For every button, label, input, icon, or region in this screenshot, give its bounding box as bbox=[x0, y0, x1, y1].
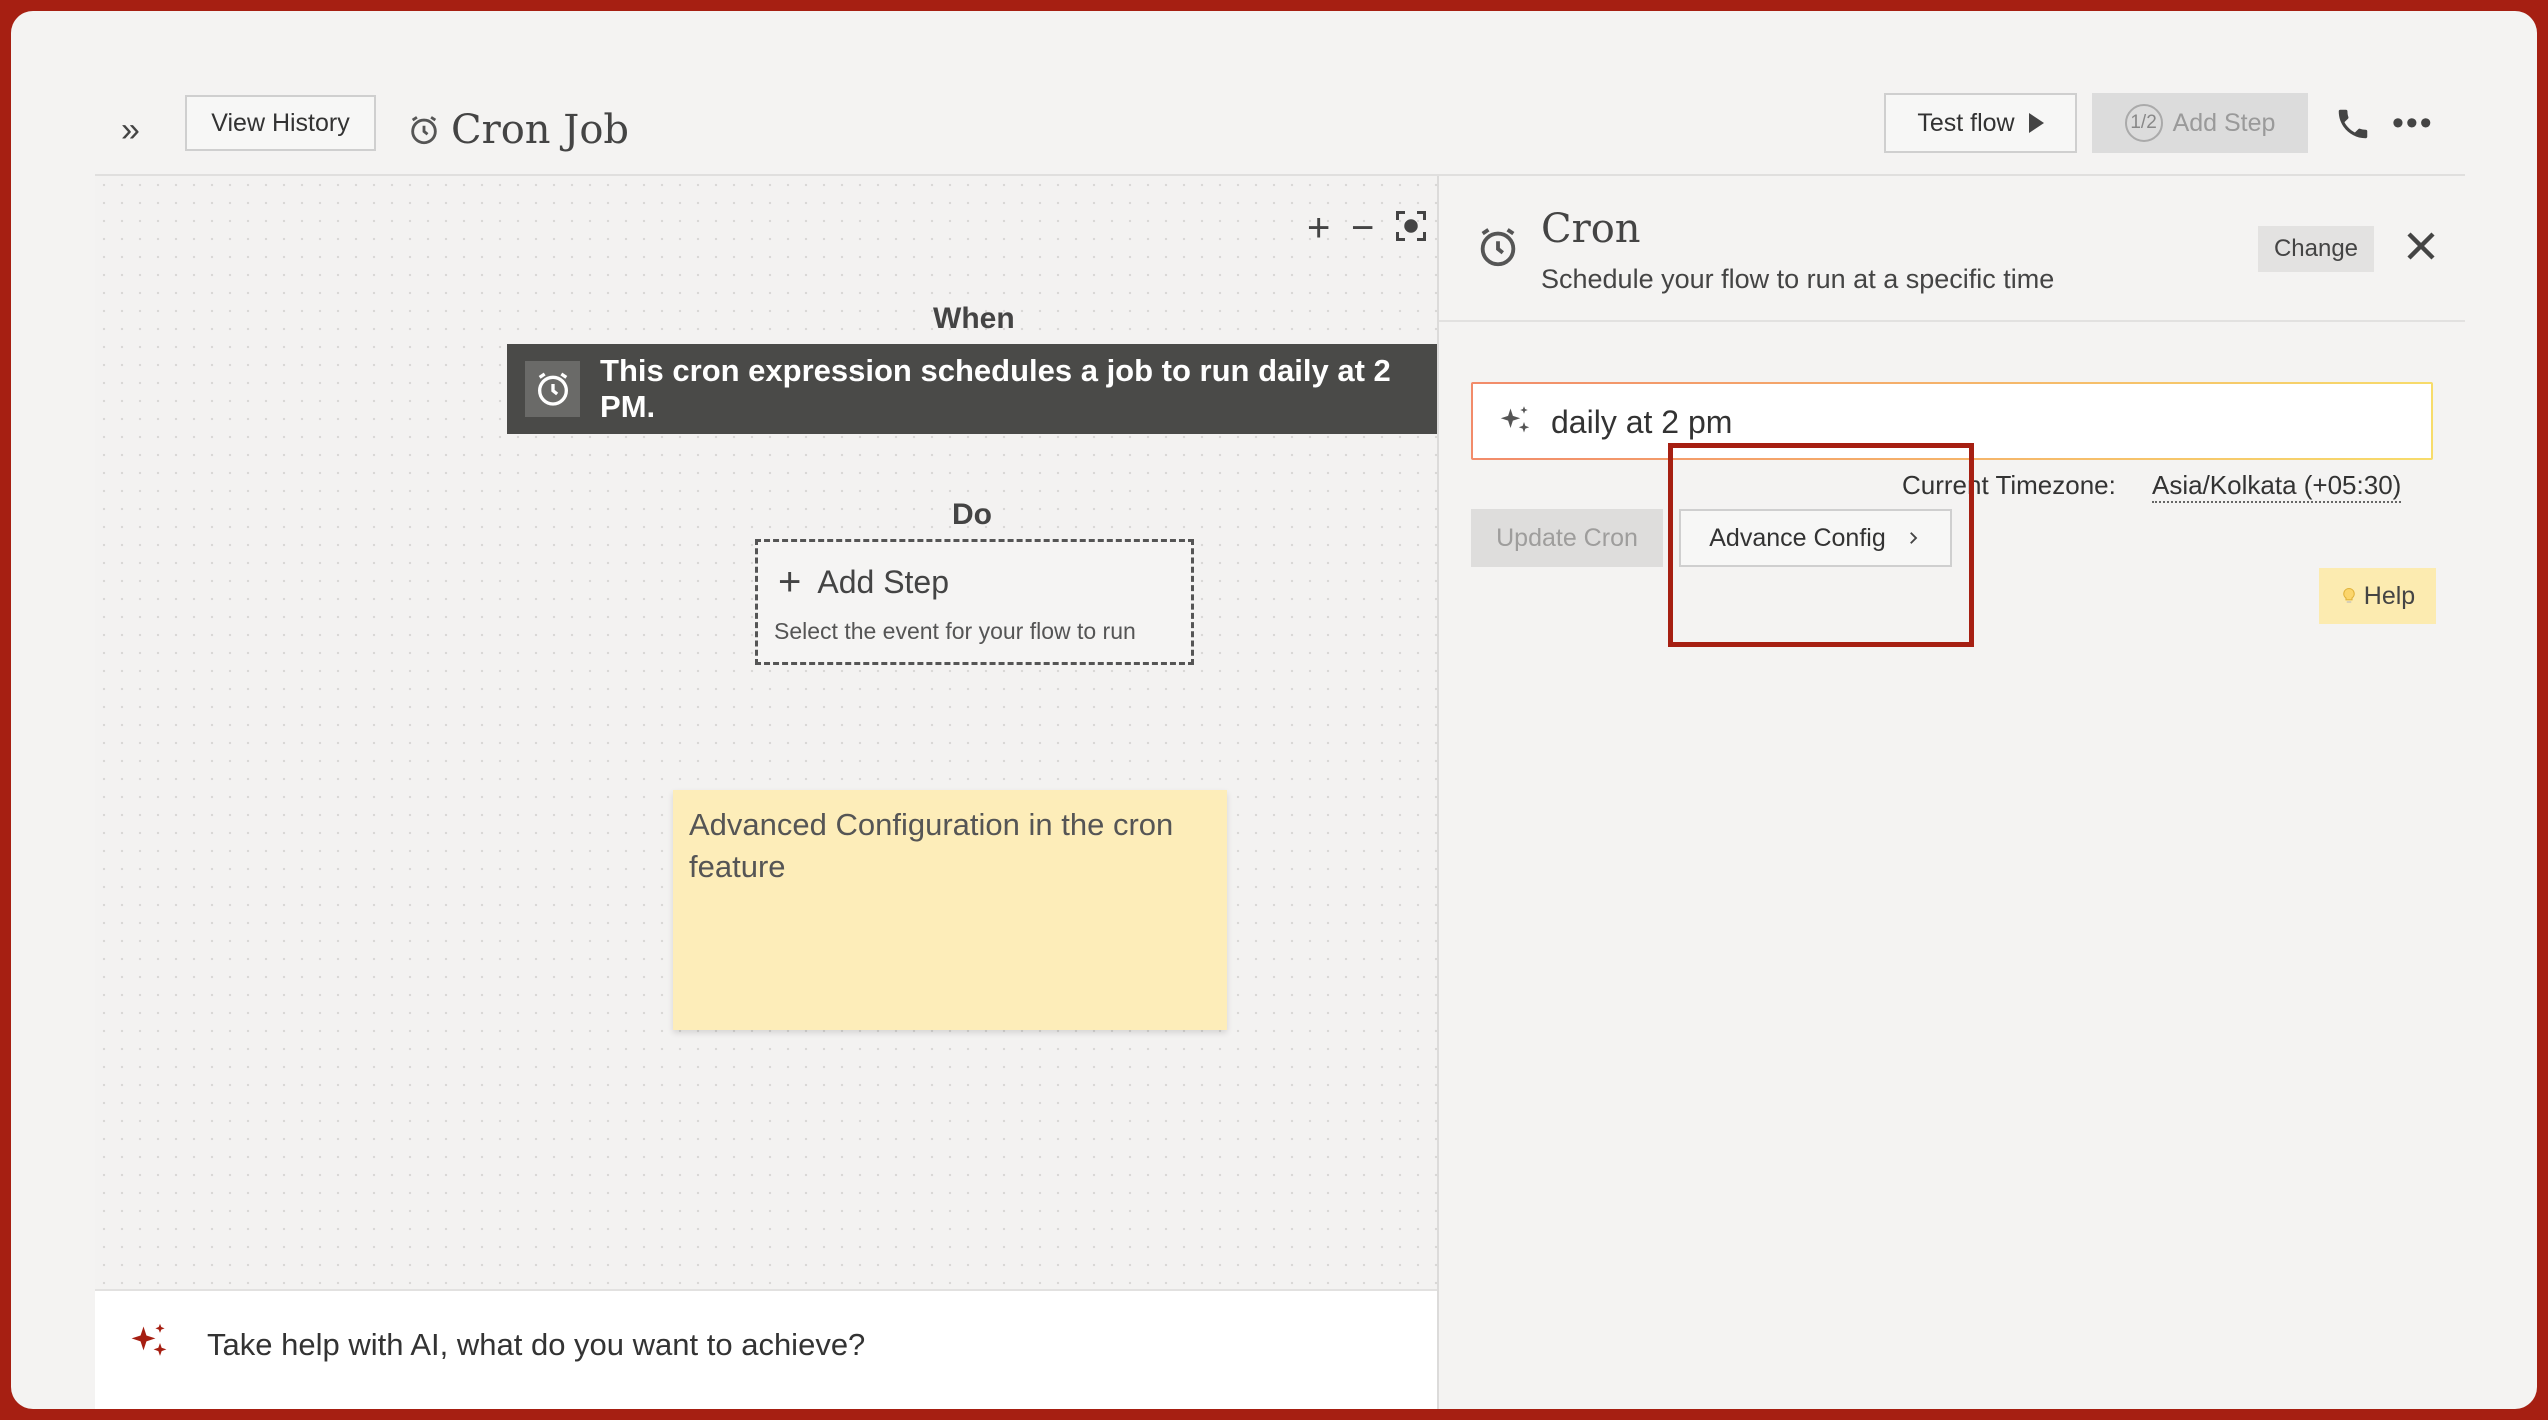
timezone-selector[interactable]: Asia/Kolkata (+05:30) bbox=[2152, 470, 2402, 503]
view-history-button[interactable]: View History bbox=[185, 95, 376, 151]
fit-screen-icon[interactable] bbox=[1393, 208, 1429, 244]
step-progress-badge: 1/2 bbox=[2124, 104, 2163, 142]
cron-expression-input[interactable] bbox=[1549, 396, 2413, 448]
test-flow-label: Test flow bbox=[1917, 108, 2015, 137]
flow-canvas[interactable]: + − When This cron expression schedules … bbox=[95, 176, 1440, 1409]
play-icon bbox=[2028, 113, 2044, 133]
advance-config-label: Advance Config bbox=[1709, 523, 1886, 552]
add-step-title: Add Step bbox=[817, 563, 950, 600]
trigger-card[interactable]: This cron expression schedules a job to … bbox=[507, 344, 1440, 434]
cron-config-panel: Cron Schedule your flow to run at a spec… bbox=[1439, 176, 2465, 1409]
lightbulb-icon bbox=[2343, 587, 2355, 603]
phone-icon[interactable] bbox=[2334, 105, 2372, 143]
test-flow-button[interactable]: Test flow bbox=[1884, 93, 2077, 153]
page-title-group: Cron Job bbox=[407, 107, 629, 153]
zoom-out-icon[interactable]: − bbox=[1351, 208, 1374, 248]
change-trigger-button[interactable]: Change bbox=[2258, 226, 2374, 272]
help-label: Help bbox=[2363, 581, 2416, 610]
alarm-clock-icon bbox=[411, 116, 437, 145]
update-cron-button[interactable]: Update Cron bbox=[1471, 509, 1663, 567]
sparkle-icon bbox=[1500, 406, 1530, 433]
help-button[interactable]: Help bbox=[2319, 568, 2436, 624]
page-title: Cron Job bbox=[451, 107, 630, 153]
ai-prompt-input[interactable] bbox=[205, 1319, 1389, 1371]
top-bar: » View History Cron Job Test flow 1/2 Ad… bbox=[11, 11, 2537, 187]
add-step-placeholder[interactable]: + Add Step Select the event for your flo… bbox=[755, 539, 1194, 665]
sticky-note[interactable]: Advanced Configuration in the cron featu… bbox=[673, 790, 1227, 1030]
panel-subtitle: Schedule your flow to run at a specific … bbox=[1541, 264, 2055, 294]
do-label: Do bbox=[952, 498, 992, 531]
alarm-clock-icon bbox=[1480, 228, 1516, 267]
alarm-clock-icon bbox=[537, 372, 568, 406]
panel-header-divider bbox=[1439, 320, 2465, 322]
chevron-right-icon bbox=[1909, 532, 1918, 544]
sparkle-icon bbox=[131, 1323, 167, 1356]
ai-prompt-bar bbox=[95, 1289, 1437, 1409]
expand-sidebar-icon[interactable]: » bbox=[121, 113, 140, 147]
close-icon[interactable] bbox=[2397, 222, 2445, 270]
timezone-label: Current Timezone: bbox=[1902, 470, 2116, 500]
add-step-button-label: Add Step bbox=[2172, 108, 2276, 137]
add-step-subtitle: Select the event for your flow to run bbox=[774, 618, 1136, 644]
plus-icon: + bbox=[778, 560, 802, 604]
more-options-icon[interactable]: ••• bbox=[2392, 106, 2434, 140]
trigger-description: This cron expression schedules a job to … bbox=[600, 353, 1391, 424]
zoom-in-icon[interactable]: + bbox=[1307, 208, 1330, 248]
app-window: » View History Cron Job Test flow 1/2 Ad… bbox=[11, 11, 2537, 1409]
panel-title: Cron bbox=[1541, 206, 1641, 252]
when-label: When bbox=[933, 302, 1015, 335]
advance-config-button[interactable]: Advance Config bbox=[1679, 509, 1952, 567]
add-step-title-row: + Add Step bbox=[778, 562, 949, 602]
trigger-icon-wrap bbox=[525, 361, 581, 417]
cron-expression-field[interactable] bbox=[1471, 382, 2433, 460]
add-step-button[interactable]: 1/2 Add Step bbox=[2092, 93, 2308, 153]
